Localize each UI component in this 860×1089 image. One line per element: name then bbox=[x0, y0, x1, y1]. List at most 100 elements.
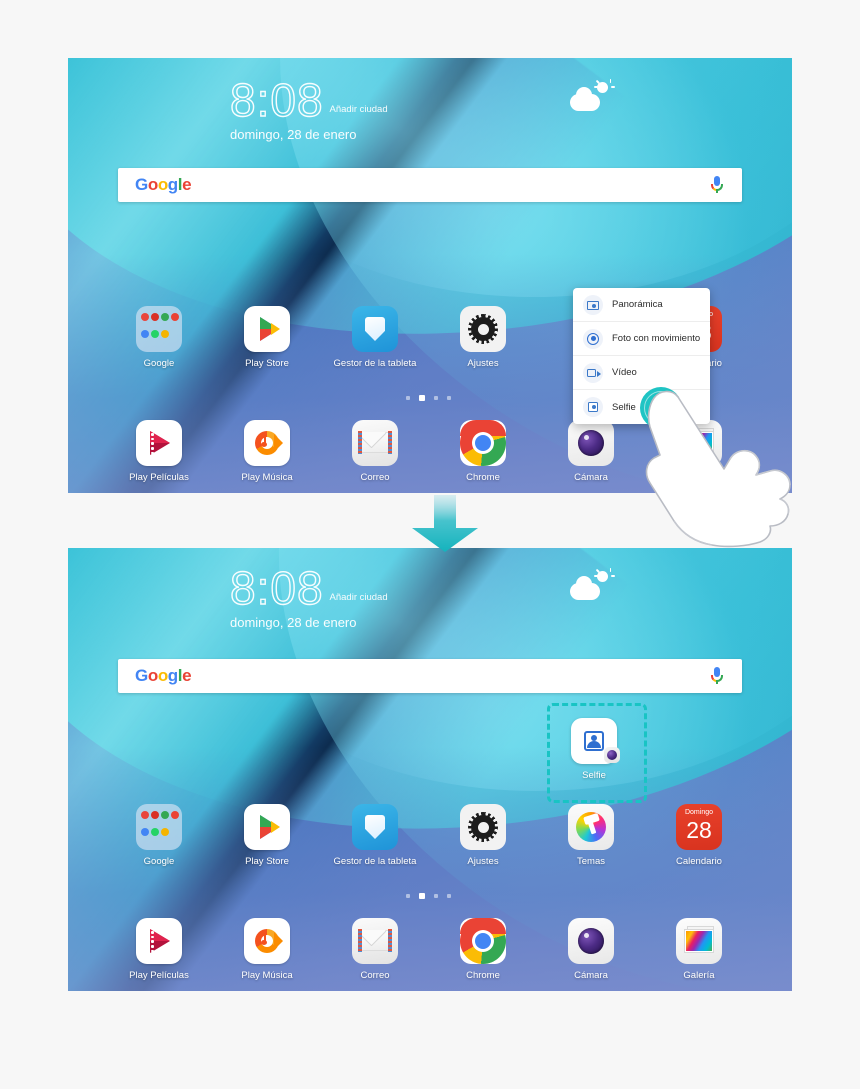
app-label: Calendario bbox=[676, 856, 722, 867]
app-icon-email[interactable]: Correo bbox=[332, 918, 418, 981]
microphone-icon[interactable] bbox=[710, 667, 724, 685]
app-label: Play Música bbox=[241, 472, 293, 483]
google-logo: Google bbox=[135, 175, 192, 194]
video-icon bbox=[583, 362, 603, 383]
themes-icon bbox=[568, 804, 614, 850]
down-arrow-icon bbox=[409, 495, 481, 553]
clock-date: domingo, 28 de enero bbox=[230, 615, 357, 630]
page-indicator[interactable] bbox=[406, 893, 451, 899]
play-movies-icon bbox=[136, 918, 182, 964]
app-label: Play Películas bbox=[129, 970, 189, 981]
clock-time: 8:08 bbox=[229, 74, 324, 126]
chrome-icon bbox=[460, 918, 506, 964]
google-logo: Google bbox=[135, 666, 192, 685]
menu-item-motion-photo[interactable]: Foto con movimiento bbox=[573, 322, 710, 356]
clock-date: domingo, 28 de enero bbox=[230, 127, 357, 142]
page-dot[interactable] bbox=[434, 894, 438, 898]
app-icon-calendar[interactable]: Domingo 28 Calendario bbox=[656, 804, 742, 867]
app-icon-email[interactable]: Correo bbox=[332, 420, 418, 483]
shortcut-selfie[interactable]: Selfie bbox=[551, 718, 637, 781]
tablet-home-screen-after: 8:08 Añadir ciudad domingo, 28 de enero … bbox=[68, 548, 792, 991]
app-icon-tablet-manager[interactable]: Gestor de la tableta bbox=[332, 306, 418, 369]
panorama-icon bbox=[583, 294, 603, 315]
partly-cloudy-icon[interactable] bbox=[568, 79, 615, 113]
camera-icon bbox=[568, 918, 614, 964]
app-icon-themes[interactable]: Temas bbox=[548, 804, 634, 867]
pointing-hand-icon bbox=[620, 385, 800, 550]
screenshot-root: 8:08 Añadir ciudad domingo, 28 de enero … bbox=[0, 0, 860, 1089]
app-icon-play-movies[interactable]: Play Películas bbox=[116, 420, 202, 483]
gallery-icon bbox=[676, 918, 722, 964]
camera-icon bbox=[568, 420, 614, 466]
tablet-manager-icon bbox=[352, 306, 398, 352]
app-label: Play Store bbox=[245, 358, 289, 369]
page-dot[interactable] bbox=[406, 396, 410, 400]
app-label: Ajustes bbox=[467, 358, 499, 369]
microphone-icon[interactable] bbox=[710, 176, 724, 194]
app-icon-settings[interactable]: Ajustes bbox=[440, 306, 526, 369]
page-dot[interactable] bbox=[406, 894, 410, 898]
chrome-icon bbox=[460, 420, 506, 466]
app-label: Correo bbox=[360, 970, 390, 981]
menu-item-label: Foto con movimiento bbox=[612, 333, 701, 344]
app-label: Ajustes bbox=[467, 856, 499, 867]
clock-widget[interactable]: 8:08 Añadir ciudad domingo, 28 de enero bbox=[229, 74, 388, 142]
settings-gear-icon bbox=[460, 804, 506, 850]
page-dot[interactable] bbox=[447, 396, 451, 400]
calendar-icon: Domingo 28 bbox=[676, 804, 722, 850]
clock-city-label[interactable]: Añadir ciudad bbox=[330, 592, 388, 603]
app-label: Cámara bbox=[574, 970, 608, 981]
google-search-bar[interactable]: Google bbox=[118, 168, 742, 202]
tablet-manager-icon bbox=[352, 804, 398, 850]
app-label: Gestor de la tableta bbox=[333, 856, 417, 867]
page-dot-active[interactable] bbox=[419, 395, 425, 401]
app-label: Chrome bbox=[466, 970, 500, 981]
clock-time: 8:08 bbox=[229, 562, 324, 614]
app-label: Google bbox=[143, 856, 175, 867]
app-label: Galería bbox=[683, 970, 715, 981]
app-label: Play Store bbox=[245, 856, 289, 867]
calendar-weekday: Domingo bbox=[684, 809, 713, 816]
app-icon-settings[interactable]: Ajustes bbox=[440, 804, 526, 867]
play-store-icon bbox=[244, 804, 290, 850]
app-label: Google bbox=[143, 358, 175, 369]
google-folder-icon bbox=[136, 306, 182, 352]
menu-item-panorama[interactable]: Panorámica bbox=[573, 288, 710, 322]
selfie-icon bbox=[583, 397, 603, 417]
app-icon-play-music[interactable]: Play Música bbox=[224, 420, 310, 483]
app-icon-google-folder[interactable]: Google bbox=[116, 306, 202, 369]
page-dot-active[interactable] bbox=[419, 893, 425, 899]
menu-item-label: Panorámica bbox=[612, 299, 663, 310]
menu-item-label: Vídeo bbox=[612, 367, 637, 378]
partly-cloudy-icon[interactable] bbox=[568, 568, 615, 602]
page-indicator[interactable] bbox=[406, 395, 451, 401]
settings-gear-icon bbox=[460, 306, 506, 352]
play-music-icon bbox=[244, 420, 290, 466]
app-icon-chrome[interactable]: Chrome bbox=[440, 420, 526, 483]
clock-city-label[interactable]: Añadir ciudad bbox=[330, 104, 388, 115]
app-icon-play-store[interactable]: Play Store bbox=[224, 306, 310, 369]
app-icon-play-movies[interactable]: Play Películas bbox=[116, 918, 202, 981]
app-icon-tablet-manager[interactable]: Gestor de la tableta bbox=[332, 804, 418, 867]
play-movies-icon bbox=[136, 420, 182, 466]
app-label: Play Música bbox=[241, 970, 293, 981]
app-label: Correo bbox=[360, 472, 390, 483]
email-icon bbox=[352, 918, 398, 964]
page-dot[interactable] bbox=[447, 894, 451, 898]
app-icon-google-folder[interactable]: Google bbox=[116, 804, 202, 867]
app-label: Gestor de la tableta bbox=[333, 358, 417, 369]
app-icon-camera[interactable]: Cámara bbox=[548, 918, 634, 981]
motion-photo-icon bbox=[583, 328, 603, 349]
clock-widget[interactable]: 8:08 Añadir ciudad domingo, 28 de enero bbox=[229, 562, 388, 630]
play-music-icon bbox=[244, 918, 290, 964]
app-icon-chrome[interactable]: Chrome bbox=[440, 918, 526, 981]
selfie-shortcut-icon bbox=[571, 718, 620, 764]
app-label: Play Películas bbox=[129, 472, 189, 483]
app-icon-play-music[interactable]: Play Música bbox=[224, 918, 310, 981]
google-folder-icon bbox=[136, 804, 182, 850]
app-icon-gallery[interactable]: Galería bbox=[656, 918, 742, 981]
email-icon bbox=[352, 420, 398, 466]
page-dot[interactable] bbox=[434, 396, 438, 400]
google-search-bar[interactable]: Google bbox=[118, 659, 742, 693]
app-icon-play-store[interactable]: Play Store bbox=[224, 804, 310, 867]
